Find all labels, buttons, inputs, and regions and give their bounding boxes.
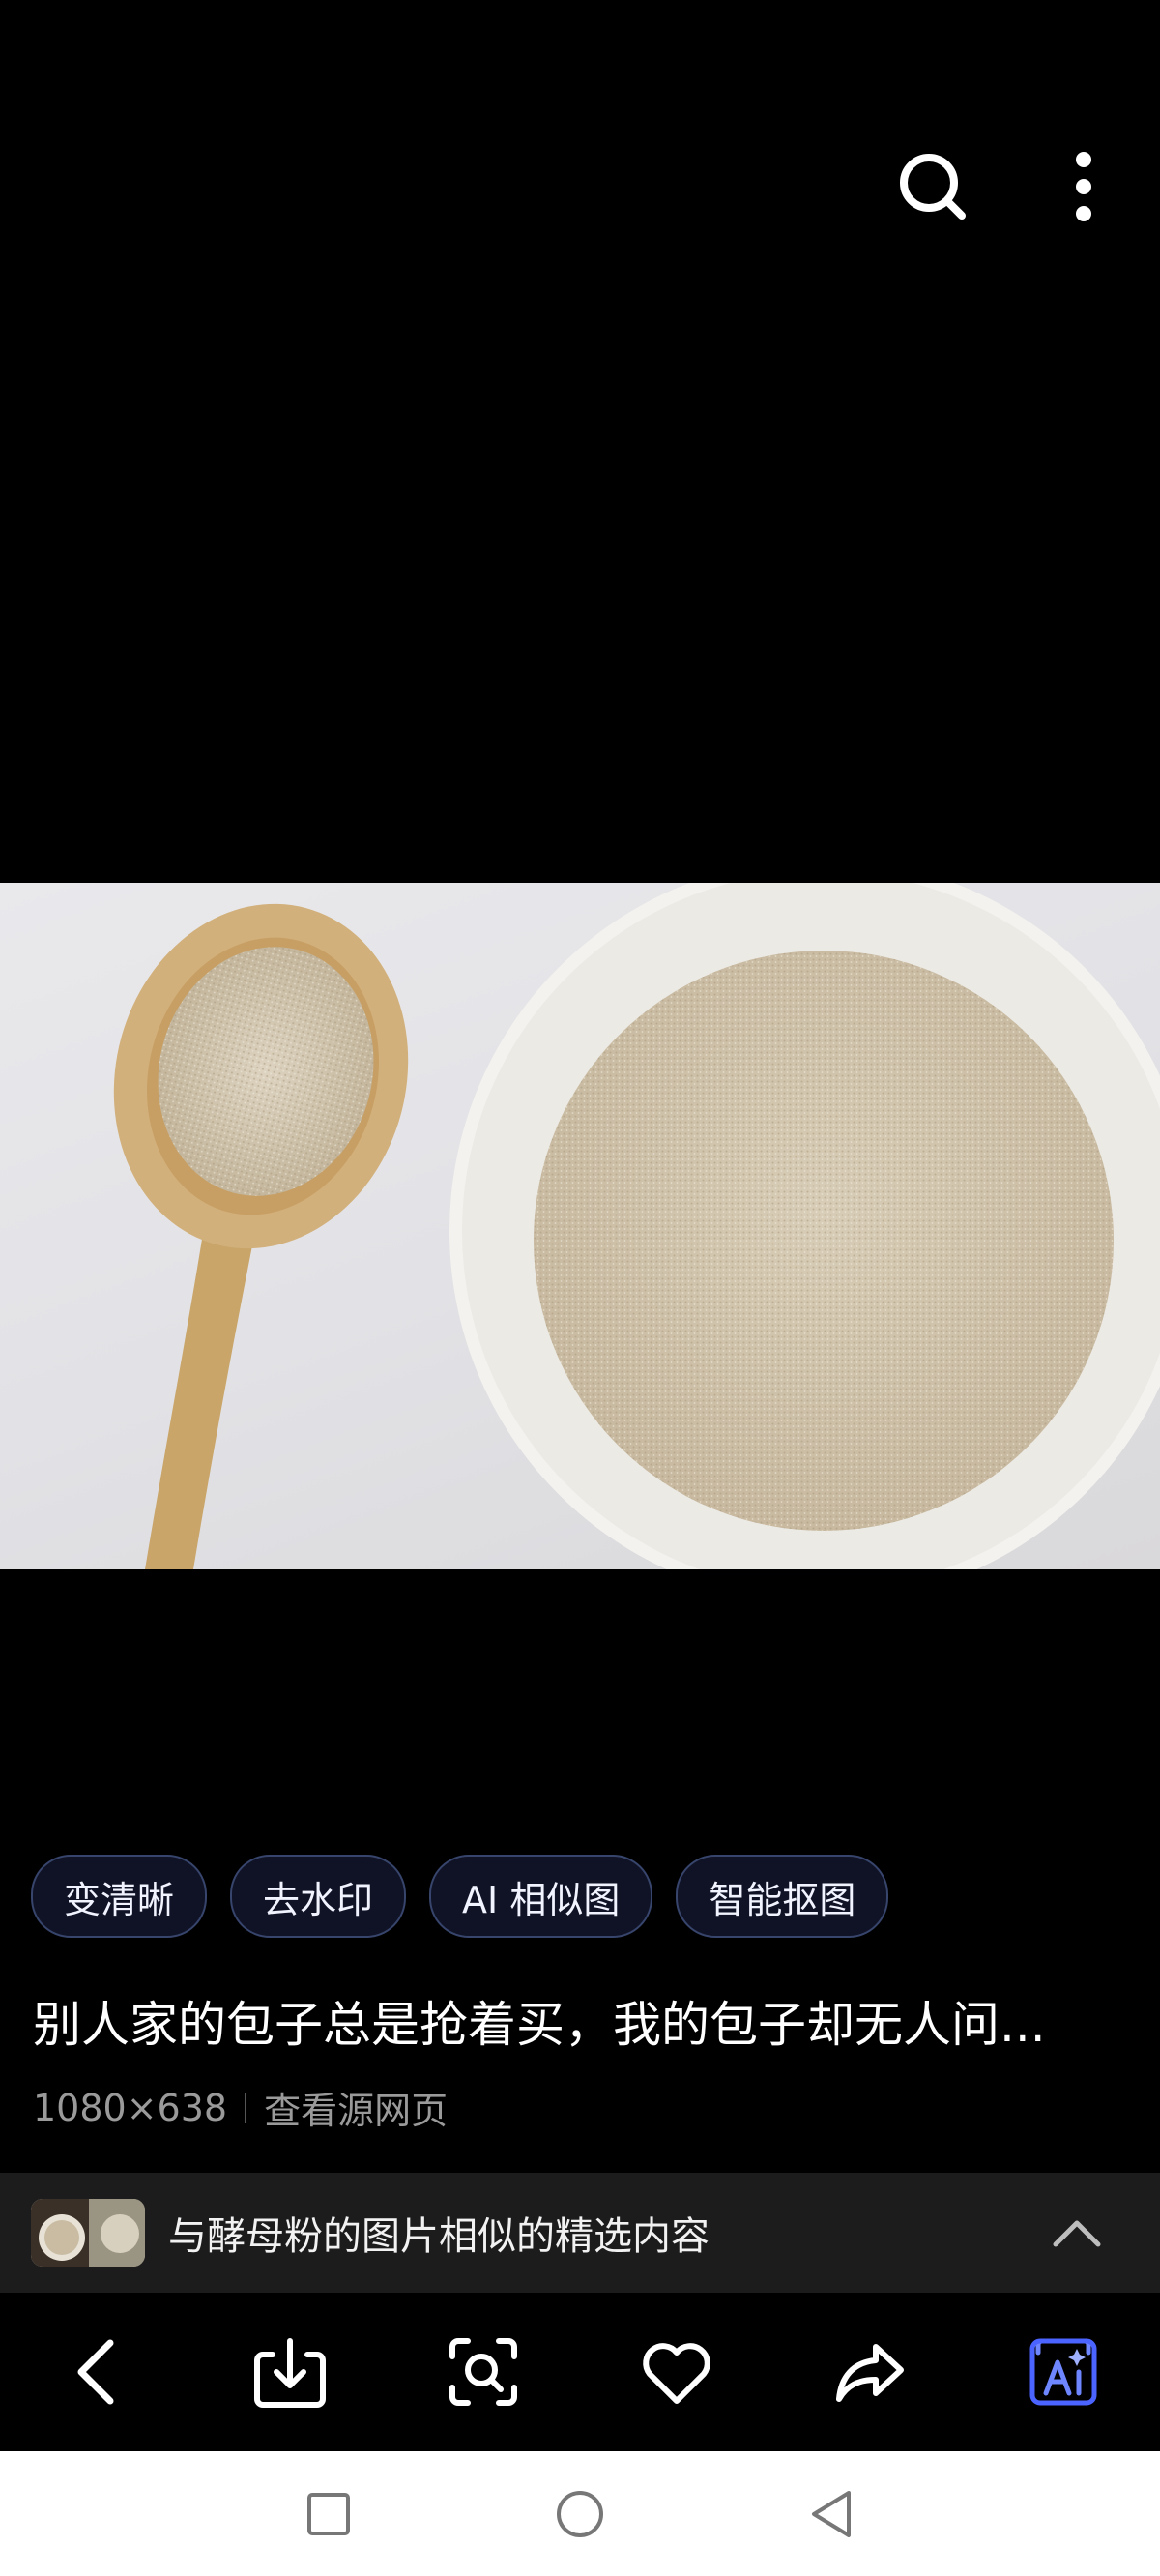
- image-dimensions: 1080×638: [33, 2086, 228, 2129]
- more-vertical-icon: [1076, 152, 1091, 221]
- square-icon: [307, 2492, 350, 2535]
- back-icon: [77, 2339, 114, 2405]
- chip-ai-similar[interactable]: AI 相似图: [429, 1855, 653, 1938]
- top-bar: [0, 0, 1160, 251]
- lens-search-button[interactable]: [435, 2324, 532, 2420]
- similar-label: 与酵母粉的图片相似的精选内容: [168, 2214, 710, 2259]
- image-meta: 1080×638 查看源网页: [33, 2081, 448, 2134]
- similar-content-bar[interactable]: 与酵母粉的图片相似的精选内容: [0, 2173, 1160, 2293]
- similar-thumbnail: [31, 2199, 145, 2267]
- chip-remove-watermark[interactable]: 去水印: [230, 1855, 407, 1938]
- yeast-photo: [113, 883, 1160, 1569]
- meta-divider: [245, 2092, 247, 2123]
- back-button[interactable]: [48, 2324, 145, 2420]
- lens-search-icon: [450, 2338, 517, 2406]
- system-nav-bar: [0, 2451, 1160, 2576]
- download-icon: [254, 2338, 326, 2408]
- circle-icon: [557, 2490, 603, 2537]
- home-button[interactable]: [551, 2485, 609, 2543]
- favorite-button[interactable]: [628, 2324, 725, 2420]
- chip-enhance[interactable]: 变清晰: [31, 1855, 208, 1938]
- recent-apps-button[interactable]: [300, 2485, 358, 2543]
- chip-smart-cutout[interactable]: 智能抠图: [676, 1855, 889, 1938]
- system-back-button[interactable]: [802, 2485, 860, 2543]
- more-button[interactable]: [1040, 143, 1127, 230]
- ai-button[interactable]: [1015, 2324, 1112, 2420]
- view-source-link[interactable]: 查看源网页: [264, 2081, 448, 2134]
- image-title[interactable]: 别人家的包子总是抢着买，我的包子却无人问...: [33, 1986, 1125, 2056]
- triangle-back-icon: [812, 2490, 851, 2537]
- action-chips: 变清晰 去水印 AI 相似图 智能抠图: [31, 1855, 889, 1938]
- chevron-up-icon[interactable]: [1050, 2213, 1104, 2252]
- image-preview[interactable]: [0, 883, 1160, 1569]
- download-button[interactable]: [242, 2324, 338, 2420]
- bottom-toolbar: [0, 2293, 1160, 2451]
- share-button[interactable]: [822, 2324, 918, 2420]
- search-icon: [900, 154, 966, 220]
- search-button[interactable]: [889, 143, 976, 230]
- share-icon: [836, 2344, 904, 2402]
- heart-icon: [643, 2343, 710, 2404]
- ai-icon: [1030, 2338, 1097, 2406]
